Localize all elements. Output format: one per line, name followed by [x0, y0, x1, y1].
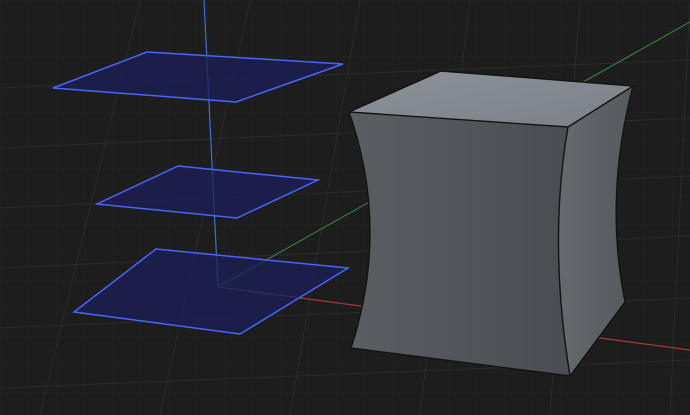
mesh-left-face — [349, 112, 570, 376]
3d-viewport[interactable] — [0, 0, 690, 415]
viewport-canvas[interactable] — [0, 0, 690, 415]
pinched-cube-mesh[interactable] — [348, 70, 636, 377]
